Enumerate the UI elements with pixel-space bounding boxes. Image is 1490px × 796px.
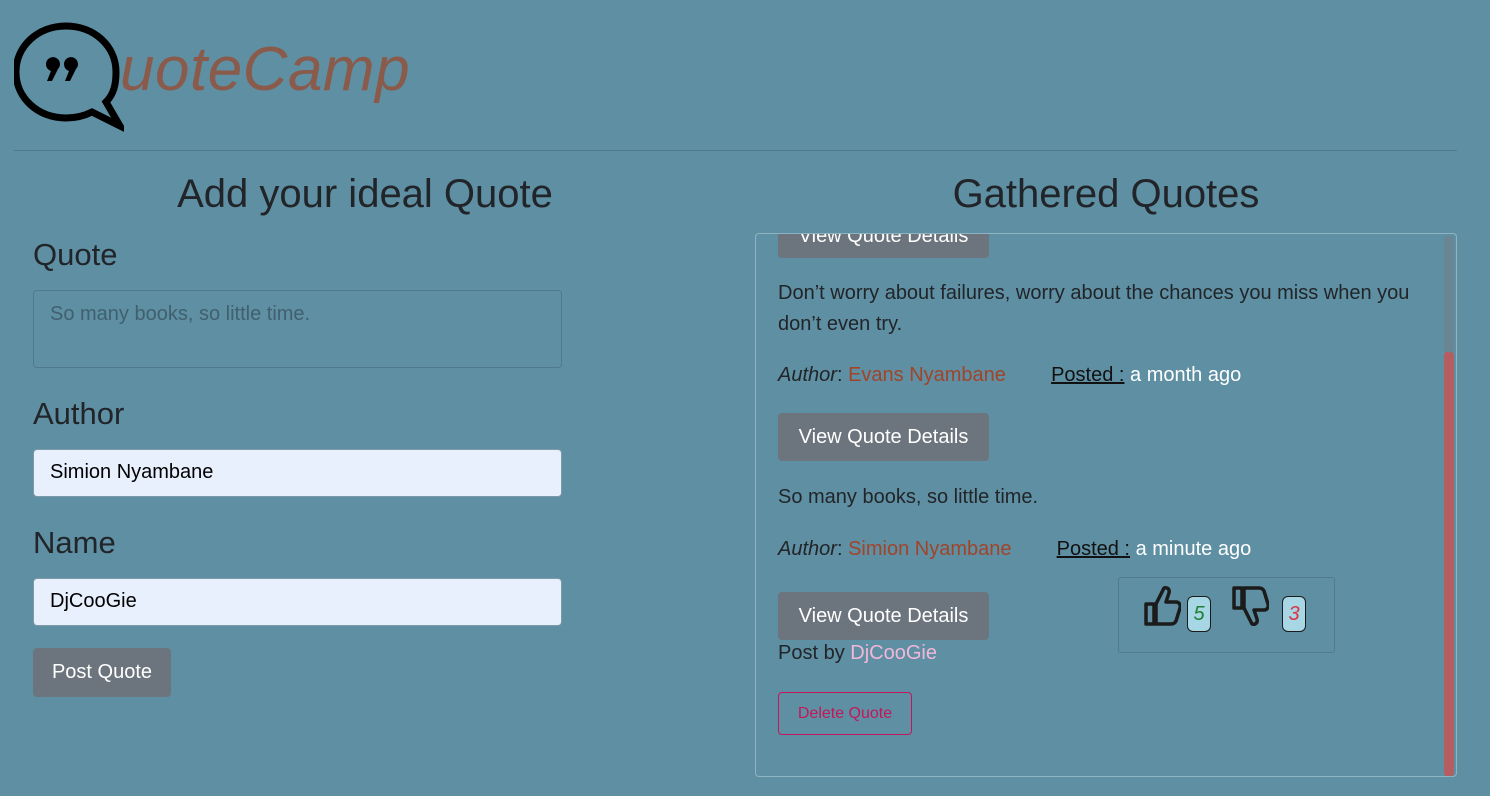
post-by-label: Post by: [778, 642, 845, 664]
posted-label: Posted :: [1051, 364, 1125, 386]
name-input[interactable]: DjCooGie: [33, 578, 562, 626]
header-divider: [14, 150, 1457, 151]
quotes-list[interactable]: View Quote Details Don’t worry about fai…: [755, 233, 1457, 777]
author-label: Author: [33, 396, 125, 431]
quote-textarea[interactable]: So many books, so little time.: [33, 290, 562, 368]
author-label: Author: [778, 538, 837, 560]
app-header: uoteCamp: [14, 22, 614, 132]
post-by: Post by DjCooGie: [778, 642, 937, 665]
delete-quote-button[interactable]: Delete Quote: [778, 692, 912, 735]
posted-label: Posted :: [1056, 538, 1130, 560]
thumbs-down-icon[interactable]: [1231, 586, 1269, 628]
posted-time: a minute ago: [1135, 538, 1252, 560]
vote-box: 5 3: [1118, 577, 1335, 653]
downvote-count: 3: [1282, 596, 1306, 632]
post-by-user[interactable]: DjCooGie: [850, 642, 937, 664]
view-quote-details-button[interactable]: View Quote Details: [778, 592, 989, 640]
form-title: Add your ideal Quote: [177, 172, 553, 216]
view-quote-details-button[interactable]: View Quote Details: [778, 234, 989, 258]
brand-name[interactable]: uoteCamp: [120, 34, 410, 105]
quote-label: Quote: [33, 237, 118, 272]
quote-text: So many books, so little time.: [778, 486, 1039, 508]
scrollbar-thumb[interactable]: [1444, 352, 1454, 776]
author-label: Author: [778, 364, 837, 386]
view-quote-details-button[interactable]: View Quote Details: [778, 413, 989, 461]
author-name: Simion Nyambane: [848, 538, 1012, 560]
gathered-quotes-title: Gathered Quotes: [952, 172, 1260, 216]
speech-bubble-quote-icon: [14, 22, 124, 132]
name-label: Name: [33, 525, 116, 560]
scrollbar-upper: [1444, 236, 1454, 352]
quote-text: Don’t worry about failures, worry about …: [778, 282, 1410, 335]
quote-meta: Author: Evans Nyambane Posted : a month …: [778, 364, 1242, 386]
upvote-count: 5: [1187, 596, 1211, 632]
author-name: Evans Nyambane: [848, 364, 1006, 386]
thumbs-up-icon[interactable]: [1143, 584, 1181, 626]
post-quote-button[interactable]: Post Quote: [33, 648, 171, 697]
posted-time: a month ago: [1130, 364, 1242, 386]
quote-meta: Author: Simion Nyambane Posted : a minut…: [778, 538, 1252, 560]
author-input[interactable]: Simion Nyambane: [33, 449, 562, 497]
